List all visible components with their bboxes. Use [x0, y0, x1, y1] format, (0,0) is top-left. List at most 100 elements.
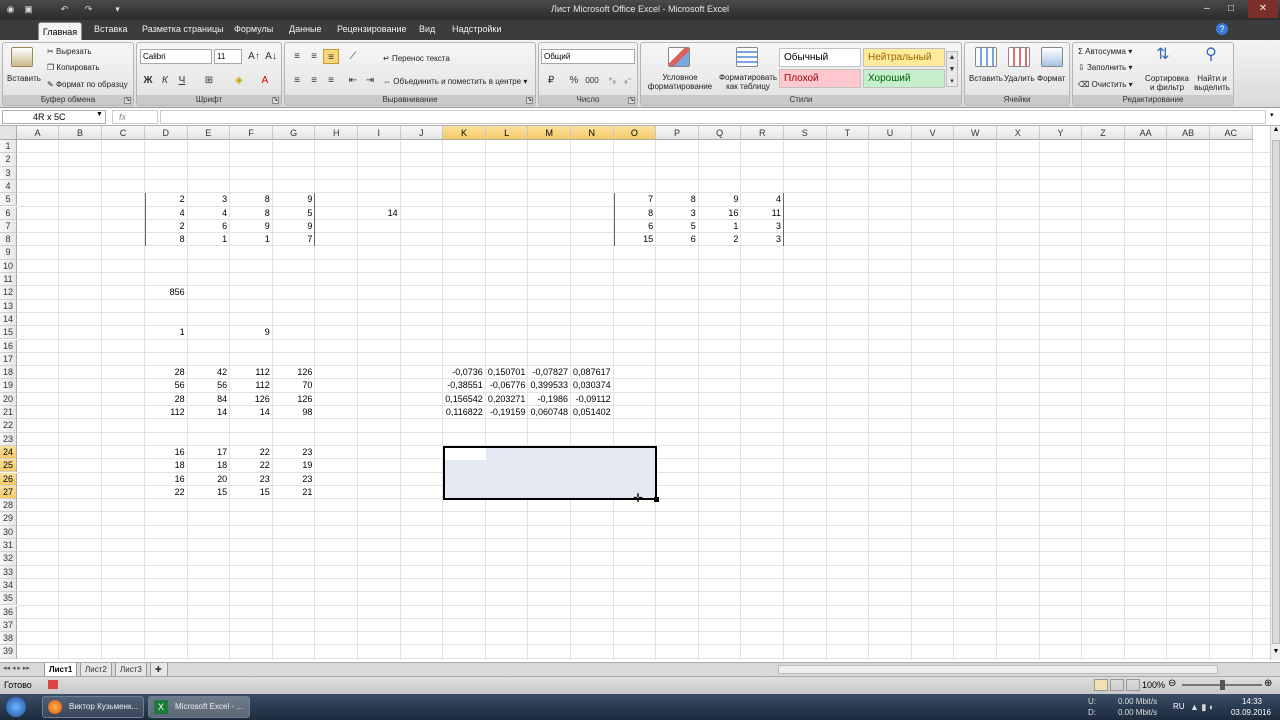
cell-G8[interactable]: 7 [273, 233, 316, 246]
cell-F25[interactable]: 22 [230, 459, 273, 472]
row-header-35[interactable]: 35 [0, 592, 17, 606]
cell-F24[interactable]: 22 [230, 446, 273, 459]
row-header-11[interactable]: 11 [0, 273, 17, 287]
fill-color-icon[interactable]: ◈ [231, 73, 247, 88]
cell-L21[interactable]: -0,19159 [486, 406, 529, 419]
cell-G19[interactable]: 70 [273, 379, 316, 392]
row-header-17[interactable]: 17 [0, 352, 17, 367]
bold-button[interactable]: Ж [140, 73, 156, 88]
cell-F26[interactable]: 23 [230, 473, 273, 486]
font-name-select[interactable]: Calibri [140, 49, 212, 64]
cell-Q7[interactable]: 1 [699, 220, 742, 233]
cell-G7[interactable]: 9 [273, 220, 316, 233]
worksheet-grid[interactable]: A B C D E F G H I J K L M N O P Q R S T U V W X Y Z AA AB AC 1234567… [0, 126, 1280, 660]
name-box[interactable]: 4R x 5C [2, 110, 106, 124]
row-header-28[interactable]: 28 [0, 499, 17, 513]
wrap-text-button[interactable]: ↵ Перенос текста [383, 54, 450, 63]
cell-E26[interactable]: 20 [188, 473, 231, 486]
insert-cells-button[interactable]: Вставить [969, 74, 1003, 83]
decrease-decimal-icon[interactable]: ₀⁻ [620, 73, 636, 88]
cell-E6[interactable]: 4 [188, 207, 231, 220]
cell-F20[interactable]: 126 [230, 393, 273, 406]
cell-G25[interactable]: 19 [273, 459, 316, 472]
cell-K18[interactable]: -0,0736 [443, 366, 486, 379]
row-header-39[interactable]: 39 [0, 645, 17, 659]
row-header-25[interactable]: 25 [0, 459, 17, 473]
minimize-icon[interactable]: – [1196, 0, 1218, 18]
column-header-Q[interactable]: Q [698, 126, 742, 140]
cell-D20[interactable]: 28 [145, 393, 188, 406]
cell-E25[interactable]: 18 [188, 459, 231, 472]
normal-view-icon[interactable] [1094, 679, 1108, 691]
column-header-J[interactable]: J [400, 126, 444, 140]
column-header-G[interactable]: G [272, 126, 316, 140]
cell-D21[interactable]: 112 [145, 406, 188, 419]
clock-time[interactable]: 14:33 [1230, 697, 1274, 706]
cell-L19[interactable]: -0,06776 [486, 379, 529, 392]
horizontal-scrollbar[interactable] [778, 665, 1218, 674]
row-header-26[interactable]: 26 [0, 472, 17, 486]
sheet-tab-3[interactable]: Лист3 [115, 663, 147, 677]
cell-K20[interactable]: 0,156542 [443, 393, 486, 406]
row-header-33[interactable]: 33 [0, 565, 17, 579]
column-header-M[interactable]: M [528, 126, 571, 140]
format-cells-button[interactable]: Формат [1037, 74, 1065, 83]
cell-F18[interactable]: 112 [230, 366, 273, 379]
cell-N20[interactable]: -0,09112 [571, 393, 614, 406]
cell-P6[interactable]: 3 [656, 207, 699, 220]
row-header-8[interactable]: 8 [0, 233, 17, 247]
row-header-19[interactable]: 19 [0, 379, 17, 393]
row-header-37[interactable]: 37 [0, 618, 17, 633]
column-header-D[interactable]: D [145, 126, 188, 140]
page-break-icon[interactable] [1126, 679, 1140, 691]
currency-icon[interactable]: ₽ [543, 73, 559, 88]
column-header-AA[interactable]: AA [1124, 126, 1168, 140]
cell-D5[interactable]: 2 [145, 193, 188, 206]
sort-filter-button[interactable]: Сортировка и фильтр [1143, 74, 1191, 92]
cell-D7[interactable]: 2 [145, 220, 188, 233]
cell-Q5[interactable]: 9 [699, 193, 742, 206]
row-header-5[interactable]: 5 [0, 193, 17, 207]
column-header-C[interactable]: C [102, 126, 145, 140]
cell-O7[interactable]: 6 [614, 220, 657, 233]
conditional-formatting-button[interactable]: Условное форматирование [645, 73, 715, 91]
column-header-I[interactable]: I [358, 126, 401, 140]
maximize-icon[interactable]: □ [1220, 0, 1242, 18]
cell-Q6[interactable]: 16 [699, 207, 742, 220]
row-header-36[interactable]: 36 [0, 605, 17, 619]
cell-D8[interactable]: 8 [145, 233, 188, 246]
tab-view[interactable]: Вид [419, 24, 435, 40]
delete-cells-button[interactable]: Удалить [1004, 74, 1035, 83]
row-header-3[interactable]: 3 [0, 166, 17, 180]
row-header-30[interactable]: 30 [0, 525, 17, 539]
grow-font-icon[interactable]: A↑ [246, 49, 262, 64]
column-header-AC[interactable]: AC [1210, 126, 1253, 140]
cell-Q8[interactable]: 2 [699, 233, 742, 246]
expand-formula-icon[interactable]: ▾ [1270, 111, 1274, 119]
percent-button[interactable]: % [566, 73, 582, 88]
cell-F6[interactable]: 8 [230, 207, 273, 220]
cell-G24[interactable]: 23 [273, 446, 316, 459]
select-all-corner[interactable] [0, 126, 17, 140]
scroll-down-icon[interactable]: ▼ [1272, 648, 1280, 658]
cell-D12[interactable]: 856 [145, 286, 188, 299]
dialog-launcher-icon[interactable]: ↘ [272, 97, 279, 104]
font-size-select[interactable]: 11 [214, 49, 242, 64]
cell-I6[interactable]: 14 [358, 207, 401, 220]
style-normal[interactable]: Обычный [779, 48, 861, 67]
format-as-table-button[interactable]: Форматировать как таблицу [715, 73, 781, 91]
style-bad[interactable]: Плохой [779, 69, 861, 88]
cell-F21[interactable]: 14 [230, 406, 273, 419]
vertical-scrollbar[interactable]: ▲ ▼ [1270, 126, 1280, 660]
column-header-A[interactable]: A [17, 126, 59, 140]
row-header-10[interactable]: 10 [0, 259, 17, 273]
cell-K19[interactable]: -0,38551 [443, 379, 486, 392]
column-header-K[interactable]: K [443, 126, 486, 140]
name-box-chevron-icon[interactable]: ▼ [96, 111, 103, 118]
column-header-X[interactable]: X [997, 126, 1040, 140]
sheet-tab-1[interactable]: Лист1 [44, 663, 78, 677]
cell-F8[interactable]: 1 [230, 233, 273, 246]
style-good[interactable]: Хороший [863, 69, 945, 88]
row-header-9[interactable]: 9 [0, 246, 17, 260]
column-header-E[interactable]: E [187, 126, 231, 140]
